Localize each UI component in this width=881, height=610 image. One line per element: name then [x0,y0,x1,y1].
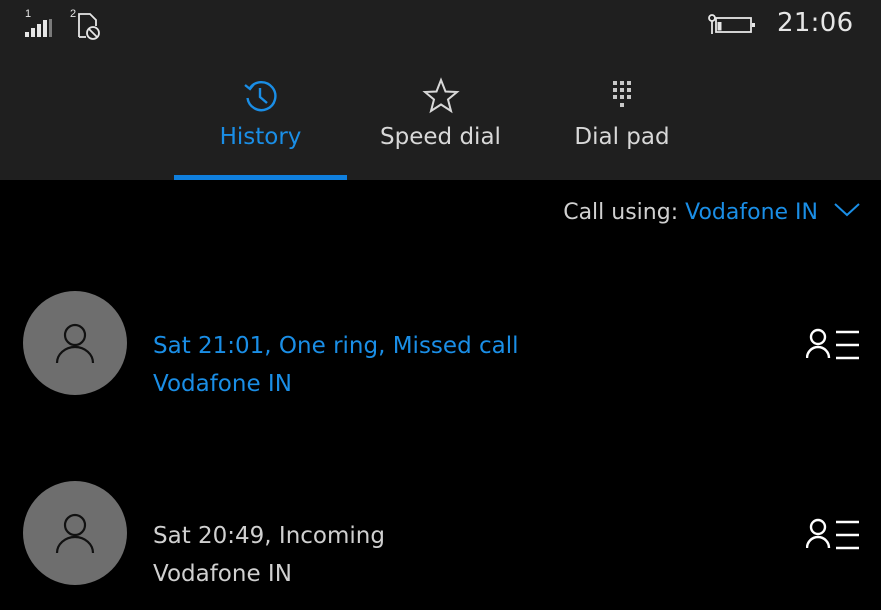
history-clock-icon [241,76,281,120]
contact-details-button[interactable] [805,327,862,363]
call-line: Vodafone IN [153,561,292,587]
tab-history-label: History [219,124,302,150]
status-clock: 21:06 [777,8,854,38]
history-item[interactable]: Sat 21:01, One ring, Missed call Vodafon… [0,291,881,411]
chevron-down-icon [833,198,861,223]
call-summary: Sat 21:01, One ring, Missed call [153,333,519,359]
dialpad-icon [602,76,642,120]
sim2-status: 2 [70,6,110,46]
app-header: 1 2 21:06 History Speed dial Dial pad [0,0,881,180]
contact-details-button[interactable] [805,517,862,553]
call-line: Vodafone IN [153,371,292,397]
call-using-value: Vodafone IN [685,200,818,225]
contact-details-icon [805,518,859,550]
avatar [23,291,127,395]
tab-history[interactable]: History [174,72,347,180]
call-using-selector[interactable]: Call using: Vodafone IN [563,200,861,226]
sim2-label: 2 [70,8,76,20]
signal-bars-icon: 1 [25,8,52,37]
tab-speed-dial[interactable]: Speed dial [362,72,519,180]
contact-details-icon [805,328,859,360]
sim1-label: 1 [25,8,31,20]
person-icon [55,513,95,554]
history-item[interactable]: Sat 20:49, Incoming Vodafone IN [0,481,881,601]
star-icon [421,76,461,120]
person-icon [55,323,95,364]
status-bar-right: 21:06 [681,0,881,48]
tab-dial-pad-label: Dial pad [574,124,670,150]
tab-dial-pad[interactable]: Dial pad [560,72,684,180]
call-summary: Sat 20:49, Incoming [153,523,385,549]
sim-card-blocked-icon: 2 [70,8,100,40]
tab-speed-dial-label: Speed dial [380,124,501,150]
avatar [23,481,127,585]
call-using-label: Call using: [563,200,679,225]
sim1-signal: 1 [22,6,58,46]
active-tab-indicator [174,175,347,180]
battery-charging-icon [703,12,759,40]
